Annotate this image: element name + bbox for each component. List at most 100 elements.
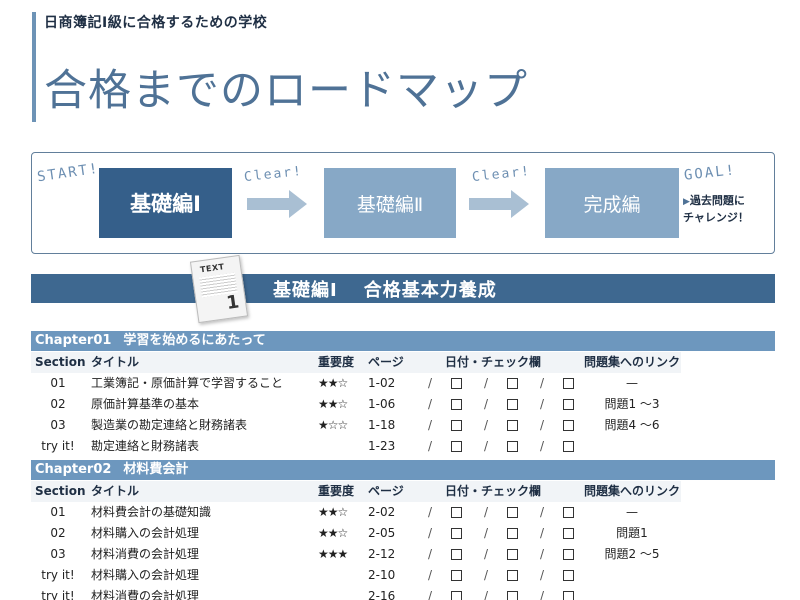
check-box[interactable] [563, 591, 574, 600]
check-box[interactable] [451, 399, 462, 410]
date-slash: / [540, 397, 545, 411]
date-slash: / [540, 505, 545, 519]
textbook-number: 1 [225, 291, 241, 314]
check-box[interactable] [507, 507, 518, 518]
page-header: 日商簿記Ⅰ級に合格するための学校 合格までのロードマップ [32, 12, 772, 122]
col-importance: 重要度 [318, 484, 355, 498]
row-page: 2-16 [368, 589, 396, 600]
row-page: 1-23 [368, 439, 396, 453]
col-date-check: 日付・チェック欄 [445, 484, 542, 498]
check-box[interactable] [507, 570, 518, 581]
stage-basic-2[interactable]: 基礎編Ⅱ [324, 168, 456, 238]
check-box[interactable] [451, 507, 462, 518]
check-box[interactable] [507, 441, 518, 452]
check-box[interactable] [563, 399, 574, 410]
date-slash: / [484, 376, 489, 390]
check-box[interactable] [451, 420, 462, 431]
check-box[interactable] [563, 570, 574, 581]
row-section: 01 [50, 505, 66, 519]
col-title: タイトル [91, 484, 140, 498]
row-link[interactable]: 問題1 [584, 523, 680, 544]
date-slash: / [540, 439, 545, 453]
check-box[interactable] [563, 549, 574, 560]
check-box[interactable] [507, 549, 518, 560]
check-box[interactable] [507, 378, 518, 389]
chapter-header: Chapter01 学習を始めるにあたって [31, 331, 775, 351]
col-link: 問題集へのリンク [584, 355, 681, 369]
check-box[interactable] [563, 420, 574, 431]
check-box[interactable] [507, 528, 518, 539]
date-slash: / [540, 547, 545, 561]
row-link[interactable]: 問題2 ～5 [584, 544, 680, 565]
date-slash: / [428, 505, 433, 519]
date-slash: / [428, 439, 433, 453]
importance-stars: ★★☆ [318, 505, 348, 519]
arrow-right-icon [247, 190, 307, 218]
check-box[interactable] [563, 528, 574, 539]
check-box[interactable] [451, 441, 462, 452]
chapter-code: Chapter02 [35, 462, 112, 477]
row-link[interactable]: — [584, 502, 680, 523]
check-box[interactable] [507, 399, 518, 410]
table-row: 02 原価計算基準の基本 ★★☆ 1-06 問題1 ～3 / / / [31, 394, 681, 415]
row-link[interactable]: — [584, 373, 680, 394]
row-page: 1-06 [368, 397, 396, 411]
date-slash: / [428, 547, 433, 561]
clear-label-2: Clear! [471, 163, 532, 186]
col-link: 問題集へのリンク [584, 484, 681, 498]
date-slash: / [428, 568, 433, 582]
goal-description: ▶過去問題に チャレンジ！ [683, 193, 749, 225]
check-box[interactable] [563, 441, 574, 452]
row-section: try it! [41, 568, 75, 582]
textbook-icon: TEXT 1 [189, 254, 249, 324]
row-title: 材料消費の会計処理 [91, 589, 200, 600]
row-page: 1-02 [368, 376, 396, 390]
date-slash: / [484, 505, 489, 519]
check-box[interactable] [507, 420, 518, 431]
check-box[interactable] [451, 549, 462, 560]
table-row: try it! 勘定連絡と財務諸表 1-23 / / / [31, 436, 681, 457]
section-title-b: 合格基本力養成 [363, 279, 497, 301]
row-section: try it! [41, 589, 75, 600]
importance-stars: ★☆☆ [318, 418, 348, 432]
goal-label: GOAL! [683, 162, 737, 184]
row-title: 材料購入の会計処理 [91, 526, 200, 540]
date-slash: / [484, 568, 489, 582]
col-date-check: 日付・チェック欄 [445, 355, 542, 369]
importance-stars: ★★☆ [318, 526, 348, 540]
table-row: 03 製造業の勘定連絡と財務諸表 ★☆☆ 1-18 問題4 ～6 / / / [31, 415, 681, 436]
check-box[interactable] [563, 507, 574, 518]
col-section: Section [35, 484, 86, 498]
date-slash: / [484, 547, 489, 561]
chapter-header: Chapter02 材料費会計 [31, 460, 775, 480]
row-title: 勘定連絡と財務諸表 [91, 439, 200, 453]
goal-line-1: 過去問題に [689, 194, 745, 207]
row-section: 01 [50, 376, 66, 390]
check-box[interactable] [563, 378, 574, 389]
date-slash: / [484, 526, 489, 540]
row-title: 製造業の勘定連絡と財務諸表 [91, 418, 248, 432]
stage-completion[interactable]: 完成編 [545, 168, 679, 238]
row-title: 工業簿記・原価計算で学習すること [91, 376, 284, 390]
chapter-code: Chapter01 [35, 333, 112, 348]
date-slash: / [484, 418, 489, 432]
table-row: try it! 材料購入の会計処理 2-10 / / / [31, 565, 681, 586]
row-page: 2-02 [368, 505, 396, 519]
row-section: 03 [50, 418, 66, 432]
table-row: 02 材料購入の会計処理 ★★☆ 2-05 問題1 / / / [31, 523, 681, 544]
row-section: 02 [50, 526, 66, 540]
check-box[interactable] [507, 591, 518, 600]
row-link[interactable]: 問題1 ～3 [584, 394, 680, 415]
check-box[interactable] [451, 570, 462, 581]
col-page: ページ [368, 484, 404, 498]
start-label: START! [36, 160, 101, 186]
row-link[interactable]: 問題4 ～6 [584, 415, 680, 436]
check-box[interactable] [451, 378, 462, 389]
check-box[interactable] [451, 528, 462, 539]
col-importance: 重要度 [318, 355, 355, 369]
check-box[interactable] [451, 591, 462, 600]
page-title: 合格までのロードマップ [44, 66, 528, 116]
roadmap-panel: START! 基礎編Ⅰ Clear! 基礎編Ⅱ Clear! 完成編 GOAL!… [31, 152, 775, 254]
stage-basic-1[interactable]: 基礎編Ⅰ [99, 168, 232, 238]
chapter-name: 材料費会計 [123, 462, 189, 477]
